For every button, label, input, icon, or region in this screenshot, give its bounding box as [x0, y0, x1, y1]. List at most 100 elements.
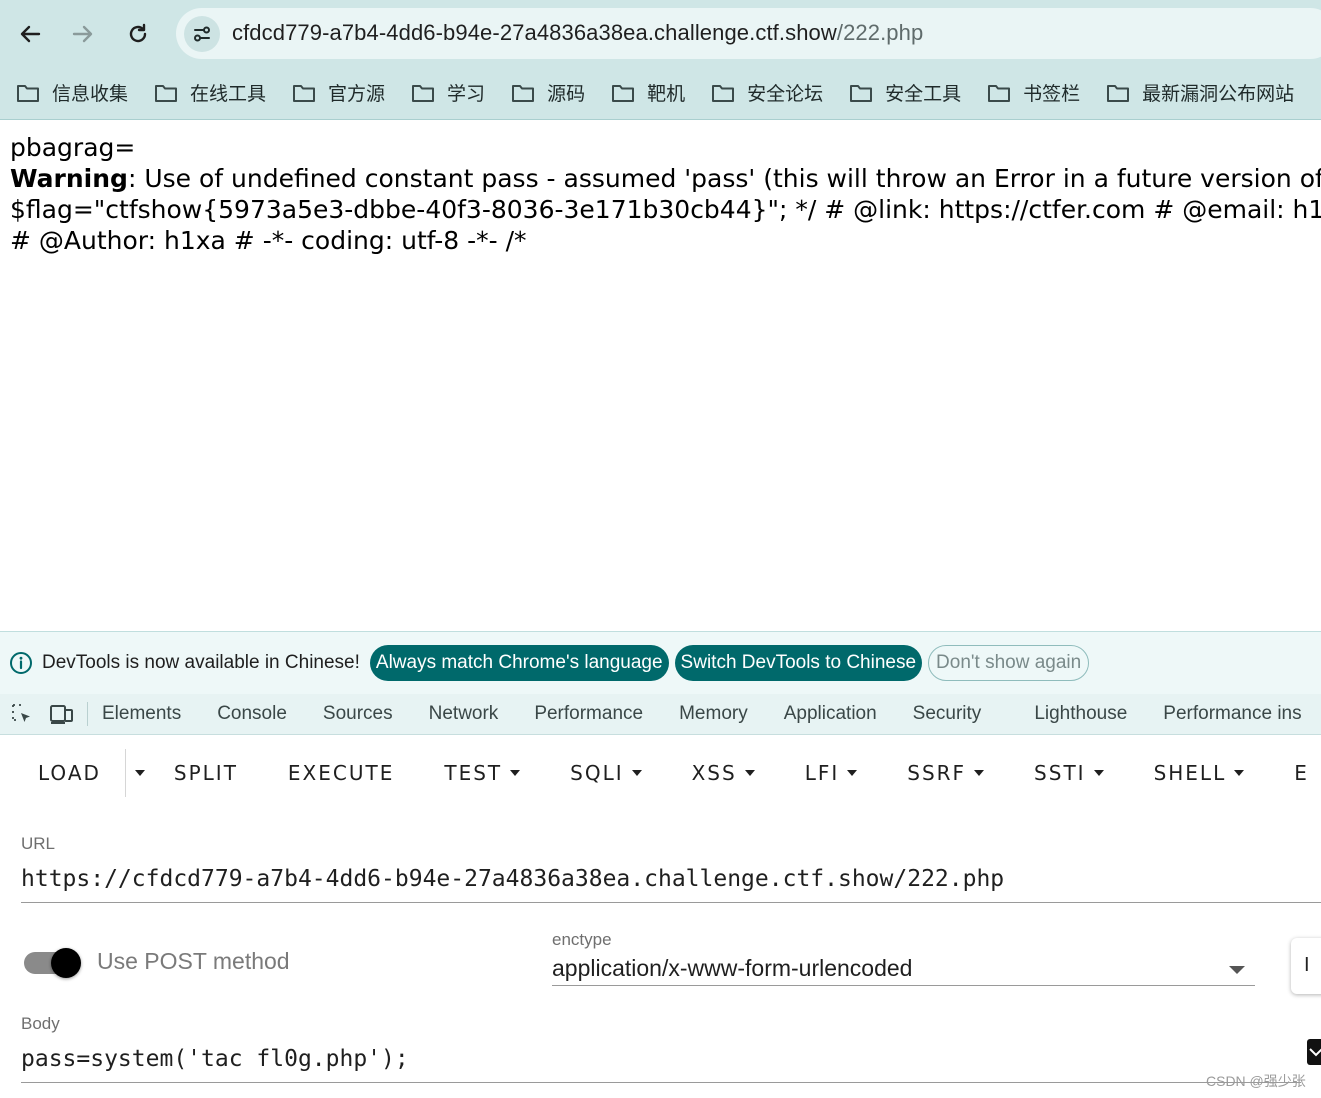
body-checkbox[interactable] — [1307, 1039, 1321, 1065]
tab-application[interactable]: Application — [784, 703, 877, 725]
url-label: URL — [21, 834, 56, 853]
bookmark-label: 源码 — [547, 84, 586, 105]
bookmark-folder[interactable]: 学习 — [411, 79, 485, 106]
body-input-underline — [21, 1082, 1301, 1083]
split-button[interactable]: SPLIT — [174, 761, 238, 785]
bookmark-label: 书签栏 — [1023, 84, 1081, 105]
ssti-label: SSTI — [1034, 761, 1086, 785]
load-button[interactable]: LOAD — [38, 761, 101, 785]
test-label: TEST — [444, 761, 503, 785]
back-button[interactable] — [10, 14, 50, 54]
post-method-toggle-thumb[interactable] — [51, 948, 81, 978]
bookmark-folder[interactable]: 官方源 — [292, 79, 385, 106]
folder-icon — [988, 84, 1011, 102]
caret-down-icon — [1234, 770, 1245, 776]
tab-network[interactable]: Network — [429, 703, 499, 725]
enctype-select[interactable]: application/x-www-form-urlencoded — [552, 955, 912, 982]
forward-arrow-icon — [72, 25, 93, 43]
xss-label: XSS — [691, 761, 737, 785]
url-input[interactable]: https://cfdcd779-a7b4-4dd6-b94e-27a4836a… — [21, 866, 1004, 892]
bookmark-folder[interactable]: 靶机 — [611, 79, 685, 106]
bookmark-folder[interactable]: 安全论坛 — [711, 79, 823, 106]
tab-performance[interactable]: Performance — [534, 703, 643, 725]
bookmark-label: 在线工具 — [190, 84, 267, 105]
body-label: Body — [21, 1014, 60, 1033]
folder-icon — [293, 84, 316, 102]
switch-to-chinese-button[interactable]: Switch DevTools to Chinese — [674, 645, 923, 681]
address-bar[interactable]: cfdcd779-a7b4-4dd6-b94e-27a4836a38ea.cha… — [176, 8, 1321, 59]
folder-icon — [612, 84, 635, 102]
device-icon — [50, 705, 73, 724]
enctype-dropdown-icon[interactable] — [1229, 966, 1245, 974]
inspect-icon — [12, 704, 30, 722]
body-input[interactable]: pass=system('tac fl0g.php'); — [21, 1046, 409, 1072]
more-menu-button[interactable]: E — [1294, 761, 1309, 785]
always-match-language-button[interactable]: Always match Chrome's language — [369, 645, 669, 681]
test-menu-button[interactable]: TEST — [444, 761, 521, 785]
lfi-label: LFI — [804, 761, 840, 785]
tab-lighthouse[interactable]: Lighthouse — [1034, 703, 1127, 725]
caret-down-icon — [510, 770, 521, 776]
address-url[interactable]: cfdcd779-a7b4-4dd6-b94e-27a4836a38ea.cha… — [232, 20, 923, 46]
url-path: /222.php — [836, 20, 924, 45]
comment-line: # @Author: h1xa # -*- coding: utf-8 -*- … — [10, 226, 527, 255]
shell-label: SHELL — [1153, 761, 1227, 785]
bookmark-folder[interactable]: 信息收集 — [16, 79, 128, 106]
inspect-element-button[interactable] — [9, 701, 35, 727]
folder-icon — [850, 84, 873, 102]
warning-text: : Use of undefined constant pass - assum… — [127, 164, 1321, 193]
tab-console[interactable]: Console — [217, 703, 287, 725]
folder-icon — [1107, 84, 1130, 102]
url-host: cfdcd779-a7b4-4dd6-b94e-27a4836a38ea.cha… — [232, 20, 837, 45]
tab-elements[interactable]: Elements — [102, 703, 181, 725]
devtools-tab-bar: Elements Console Sources Network Perform… — [0, 694, 1321, 735]
sqli-label: SQLI — [570, 761, 624, 785]
hackbar-panel: LOAD SPLIT EXECUTE TEST SQLI XSS LFI SSR… — [0, 736, 1321, 1098]
sqli-menu-button[interactable]: SQLI — [570, 761, 642, 785]
tab-performance-insights[interactable]: Performance ins — [1163, 703, 1301, 725]
folder-icon — [155, 84, 178, 102]
tab-sources[interactable]: Sources — [323, 703, 393, 725]
reload-button[interactable] — [118, 14, 158, 54]
enctype-underline — [552, 985, 1255, 986]
side-action-label: I — [1304, 954, 1310, 976]
bookmark-folder[interactable]: 书签栏 — [987, 79, 1080, 106]
caret-down-icon — [134, 770, 145, 776]
caret-down-icon — [847, 770, 858, 776]
tab-security[interactable]: Security — [913, 703, 982, 725]
tab-memory[interactable]: Memory — [679, 703, 748, 725]
lfi-menu-button[interactable]: LFI — [805, 761, 858, 785]
side-action-button[interactable]: I — [1291, 938, 1321, 994]
execute-button[interactable]: EXECUTE — [288, 761, 394, 785]
bookmark-label: 安全工具 — [885, 84, 962, 105]
ssti-menu-button[interactable]: SSTI — [1034, 761, 1104, 785]
forward-button[interactable] — [63, 14, 103, 54]
bookmark-folder[interactable]: 源码 — [511, 79, 585, 106]
flag-line: $flag="ctfshow{5973a5e3-dbbe-40f3-8036-3… — [10, 195, 1321, 224]
caret-down-icon — [631, 770, 642, 776]
bookmark-label: 官方源 — [328, 84, 386, 105]
info-icon — [10, 652, 32, 674]
bookmark-label: 最新漏洞公布网站 — [1142, 84, 1295, 105]
dont-show-again-button[interactable]: Don't show again — [928, 645, 1090, 681]
bookmark-label: 安全论坛 — [747, 84, 824, 105]
device-toolbar-button[interactable] — [49, 701, 75, 727]
site-info-button[interactable] — [184, 16, 220, 52]
load-divider — [124, 749, 126, 797]
folder-icon — [512, 84, 535, 102]
url-input-underline — [21, 902, 1321, 903]
ssrf-label: SSRF — [907, 761, 967, 785]
shell-menu-button[interactable]: SHELL — [1154, 761, 1245, 785]
bookmark-folder[interactable]: 在线工具 — [154, 79, 266, 106]
post-method-label: Use POST method — [97, 948, 290, 974]
bookmark-folder[interactable]: 安全工具 — [849, 79, 961, 106]
bookmark-label: 学习 — [447, 84, 486, 105]
ssrf-menu-button[interactable]: SSRF — [907, 761, 985, 785]
browser-toolbar: cfdcd779-a7b4-4dd6-b94e-27a4836a38ea.cha… — [0, 0, 1321, 66]
devtools-language-banner: DevTools is now available in Chinese! Al… — [0, 631, 1321, 694]
load-dropdown-button[interactable] — [134, 770, 145, 776]
tune-icon — [194, 26, 210, 42]
xss-menu-button[interactable]: XSS — [692, 761, 755, 785]
bookmark-folder[interactable]: 最新漏洞公布网站 — [1106, 79, 1294, 106]
hackbar-menu: LOAD SPLIT EXECUTE TEST SQLI XSS LFI SSR… — [0, 749, 1321, 797]
